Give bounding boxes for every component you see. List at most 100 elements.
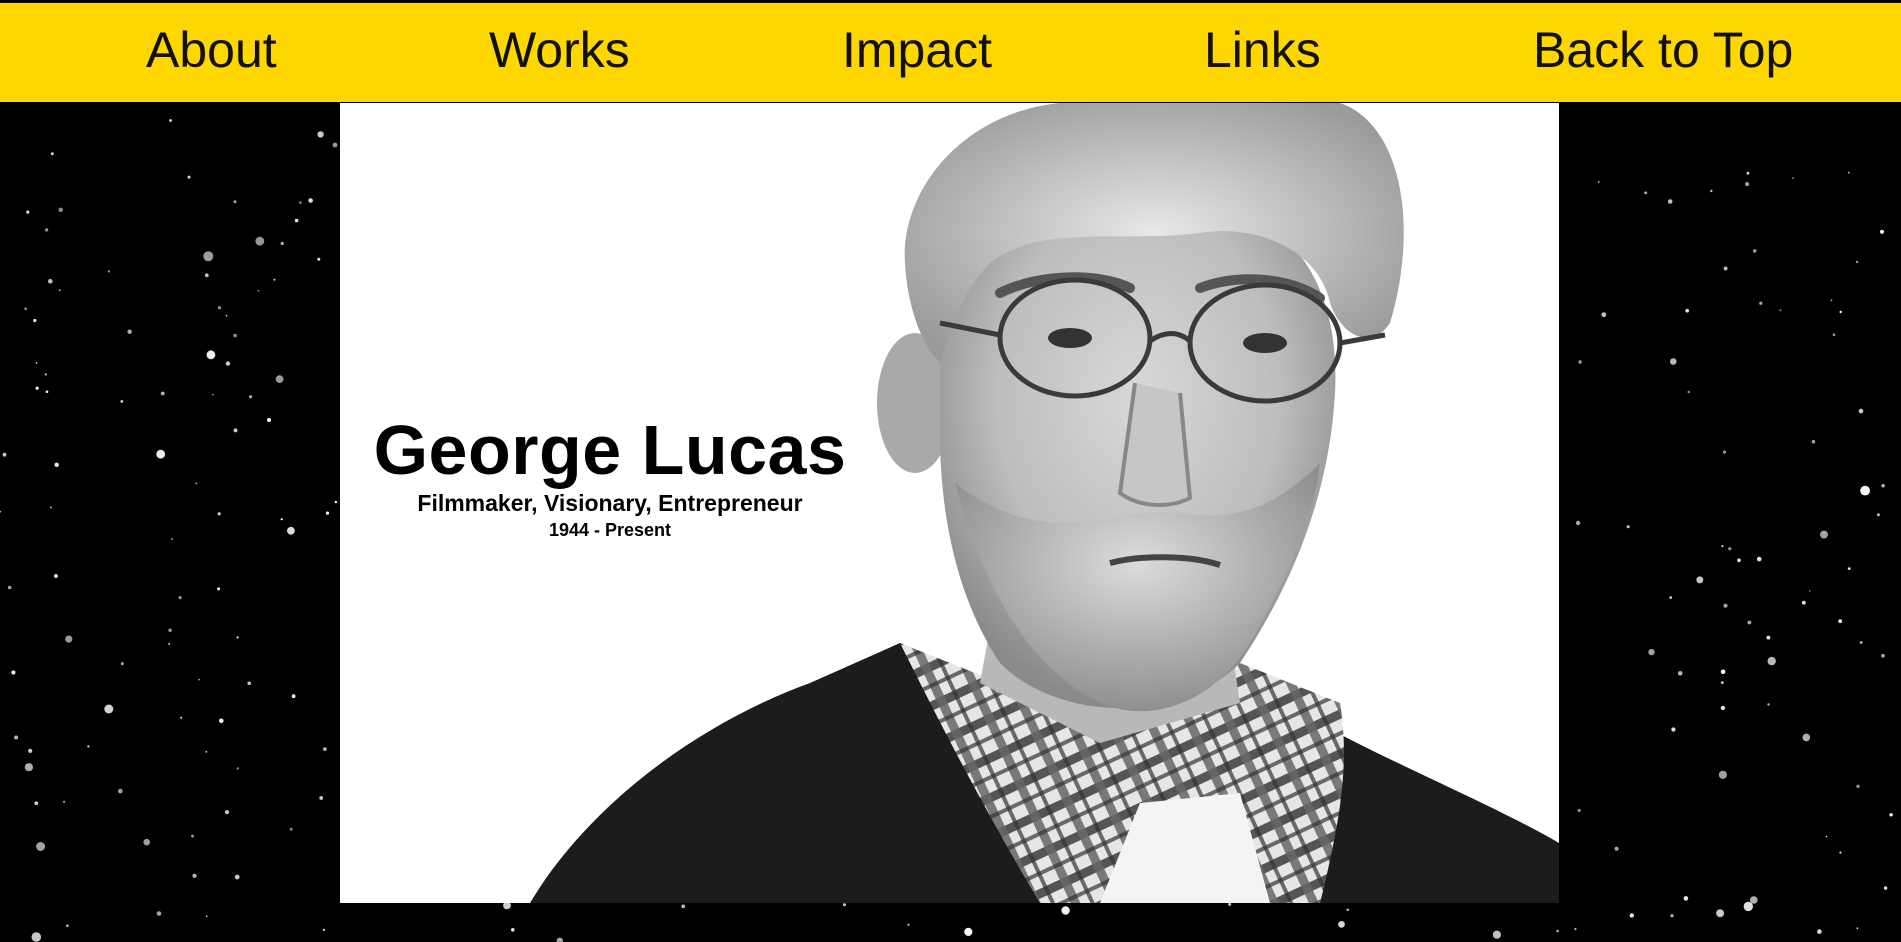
star xyxy=(54,462,59,467)
star xyxy=(257,289,260,292)
star xyxy=(120,662,124,666)
star xyxy=(1881,484,1885,488)
star xyxy=(291,694,296,699)
star xyxy=(1720,681,1724,685)
star xyxy=(1677,671,1683,676)
hero-section: George Lucas Filmmaker, Visionary, Entre… xyxy=(340,103,1559,903)
star xyxy=(1556,929,1559,933)
star xyxy=(120,400,124,403)
star xyxy=(1817,929,1822,934)
star xyxy=(1808,590,1811,592)
nav-link-impact[interactable]: Impact xyxy=(842,3,992,102)
star xyxy=(247,681,251,686)
star xyxy=(233,333,237,338)
star xyxy=(31,932,42,942)
star xyxy=(178,596,182,600)
star xyxy=(225,361,231,366)
star xyxy=(1696,576,1704,584)
star xyxy=(14,735,19,740)
star xyxy=(234,874,240,880)
star xyxy=(1718,770,1727,779)
star xyxy=(275,375,284,383)
star xyxy=(233,200,237,204)
star xyxy=(0,510,2,513)
star xyxy=(1723,266,1728,271)
star xyxy=(195,482,198,485)
star xyxy=(54,574,58,578)
star xyxy=(7,585,12,590)
star xyxy=(180,716,183,719)
nav-link-links[interactable]: Links xyxy=(1204,3,1321,102)
star xyxy=(255,236,265,246)
star xyxy=(205,915,208,918)
star xyxy=(1723,603,1728,608)
star xyxy=(1228,902,1232,906)
star xyxy=(160,391,165,396)
star xyxy=(1669,596,1672,599)
nav-link-back-to-top[interactable]: Back to Top xyxy=(1533,3,1793,102)
star xyxy=(287,526,295,535)
star xyxy=(1839,851,1842,854)
star xyxy=(323,747,327,751)
star xyxy=(58,207,63,212)
star xyxy=(1860,485,1870,496)
star xyxy=(1766,635,1771,640)
star xyxy=(1670,358,1677,365)
star xyxy=(280,518,283,521)
hero-dates: 1944 - Present xyxy=(548,520,672,540)
star xyxy=(1838,619,1843,624)
star xyxy=(1492,930,1501,939)
star xyxy=(219,718,224,724)
star xyxy=(964,927,973,937)
star xyxy=(1574,927,1577,931)
star xyxy=(203,251,214,262)
star xyxy=(1667,199,1673,204)
star xyxy=(187,175,191,179)
star xyxy=(843,903,846,907)
star xyxy=(1687,390,1690,394)
star xyxy=(156,911,162,916)
star xyxy=(1575,520,1581,526)
star xyxy=(204,273,209,278)
star xyxy=(212,393,214,396)
star xyxy=(87,745,90,748)
star xyxy=(1811,439,1816,444)
star xyxy=(1745,182,1750,187)
star xyxy=(1856,927,1859,930)
star xyxy=(1825,835,1828,838)
star xyxy=(1723,450,1726,454)
star xyxy=(1577,808,1581,813)
star xyxy=(1626,525,1630,529)
star xyxy=(28,748,33,754)
star xyxy=(1820,530,1828,539)
star xyxy=(299,201,302,204)
nav-link-about[interactable]: About xyxy=(146,3,277,102)
star xyxy=(45,390,49,394)
star xyxy=(1720,705,1726,711)
star xyxy=(192,873,197,878)
star xyxy=(191,834,194,838)
star xyxy=(49,506,53,509)
star xyxy=(267,418,271,422)
star xyxy=(273,278,276,281)
star xyxy=(35,386,39,390)
hero-name: George Lucas xyxy=(373,411,847,489)
star xyxy=(1856,784,1860,788)
star xyxy=(24,763,33,772)
star xyxy=(33,318,37,323)
nav-link-works[interactable]: Works xyxy=(489,3,630,102)
star xyxy=(294,218,299,223)
star xyxy=(168,642,171,646)
star xyxy=(317,257,321,261)
star xyxy=(681,904,686,909)
star xyxy=(1629,913,1635,918)
star xyxy=(225,314,228,317)
star xyxy=(1721,545,1724,548)
star xyxy=(1889,813,1893,817)
star xyxy=(217,587,221,591)
star xyxy=(58,289,61,292)
star xyxy=(1779,309,1782,312)
star xyxy=(1881,653,1885,658)
star xyxy=(317,131,324,138)
star xyxy=(44,373,47,376)
